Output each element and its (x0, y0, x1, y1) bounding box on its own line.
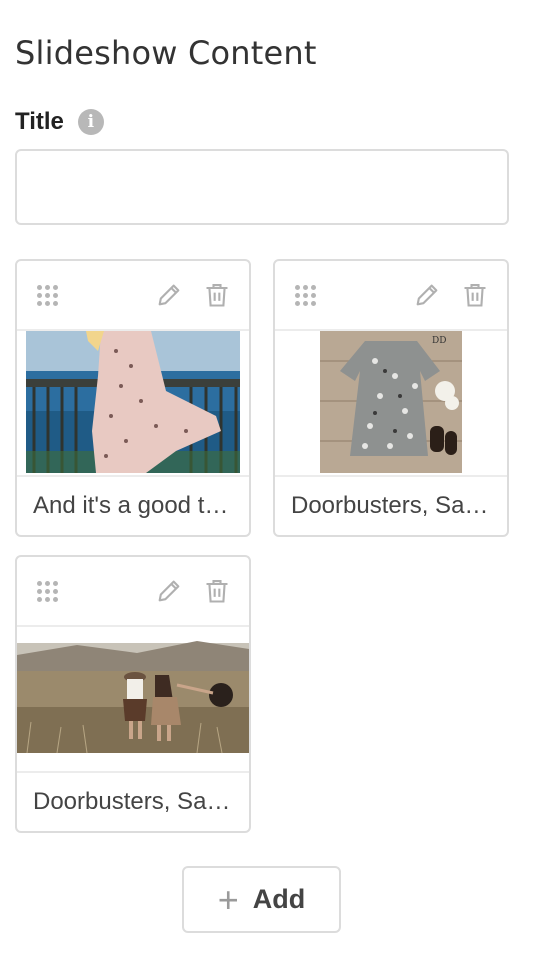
slide-caption: Doorbusters, Sale & More (275, 475, 507, 535)
pencil-icon[interactable] (413, 281, 441, 309)
pencil-icon[interactable] (155, 577, 183, 605)
slide-image-printed-dress-flatlay: DD (275, 331, 507, 477)
slide-caption: Doorbusters, Sale & More (17, 771, 249, 831)
slide-card[interactable]: Doorbusters, Sale & More (15, 555, 251, 833)
card-toolbar (275, 261, 507, 331)
trash-icon[interactable] (203, 577, 231, 605)
trash-icon[interactable] (203, 281, 231, 309)
title-input[interactable] (15, 149, 509, 225)
plus-icon: + (217, 878, 239, 920)
drag-handle-icon[interactable] (37, 581, 59, 603)
svg-text:DD: DD (432, 336, 446, 346)
title-label-text: Title (15, 108, 64, 135)
trash-icon[interactable] (461, 281, 489, 309)
drag-handle-icon[interactable] (295, 285, 317, 307)
slide-caption: And it's a good time to shop! (17, 475, 249, 535)
add-button-label: Add (252, 884, 306, 914)
pencil-icon[interactable] (155, 281, 183, 309)
info-icon[interactable]: i (77, 109, 104, 135)
section-heading: Slideshow Content (15, 34, 317, 72)
add-button[interactable]: + Add (182, 866, 341, 933)
slide-card[interactable]: DD Doorbusters, Sale & More (273, 259, 509, 537)
title-field-label: Title i (15, 108, 104, 136)
slide-image-two-women-in-field (17, 627, 249, 773)
card-toolbar (17, 557, 249, 627)
drag-handle-icon[interactable] (37, 285, 59, 307)
slide-image-woman-in-pink-dress (17, 331, 249, 477)
slide-card[interactable]: And it's a good time to shop! (15, 259, 251, 537)
card-toolbar (17, 261, 249, 331)
